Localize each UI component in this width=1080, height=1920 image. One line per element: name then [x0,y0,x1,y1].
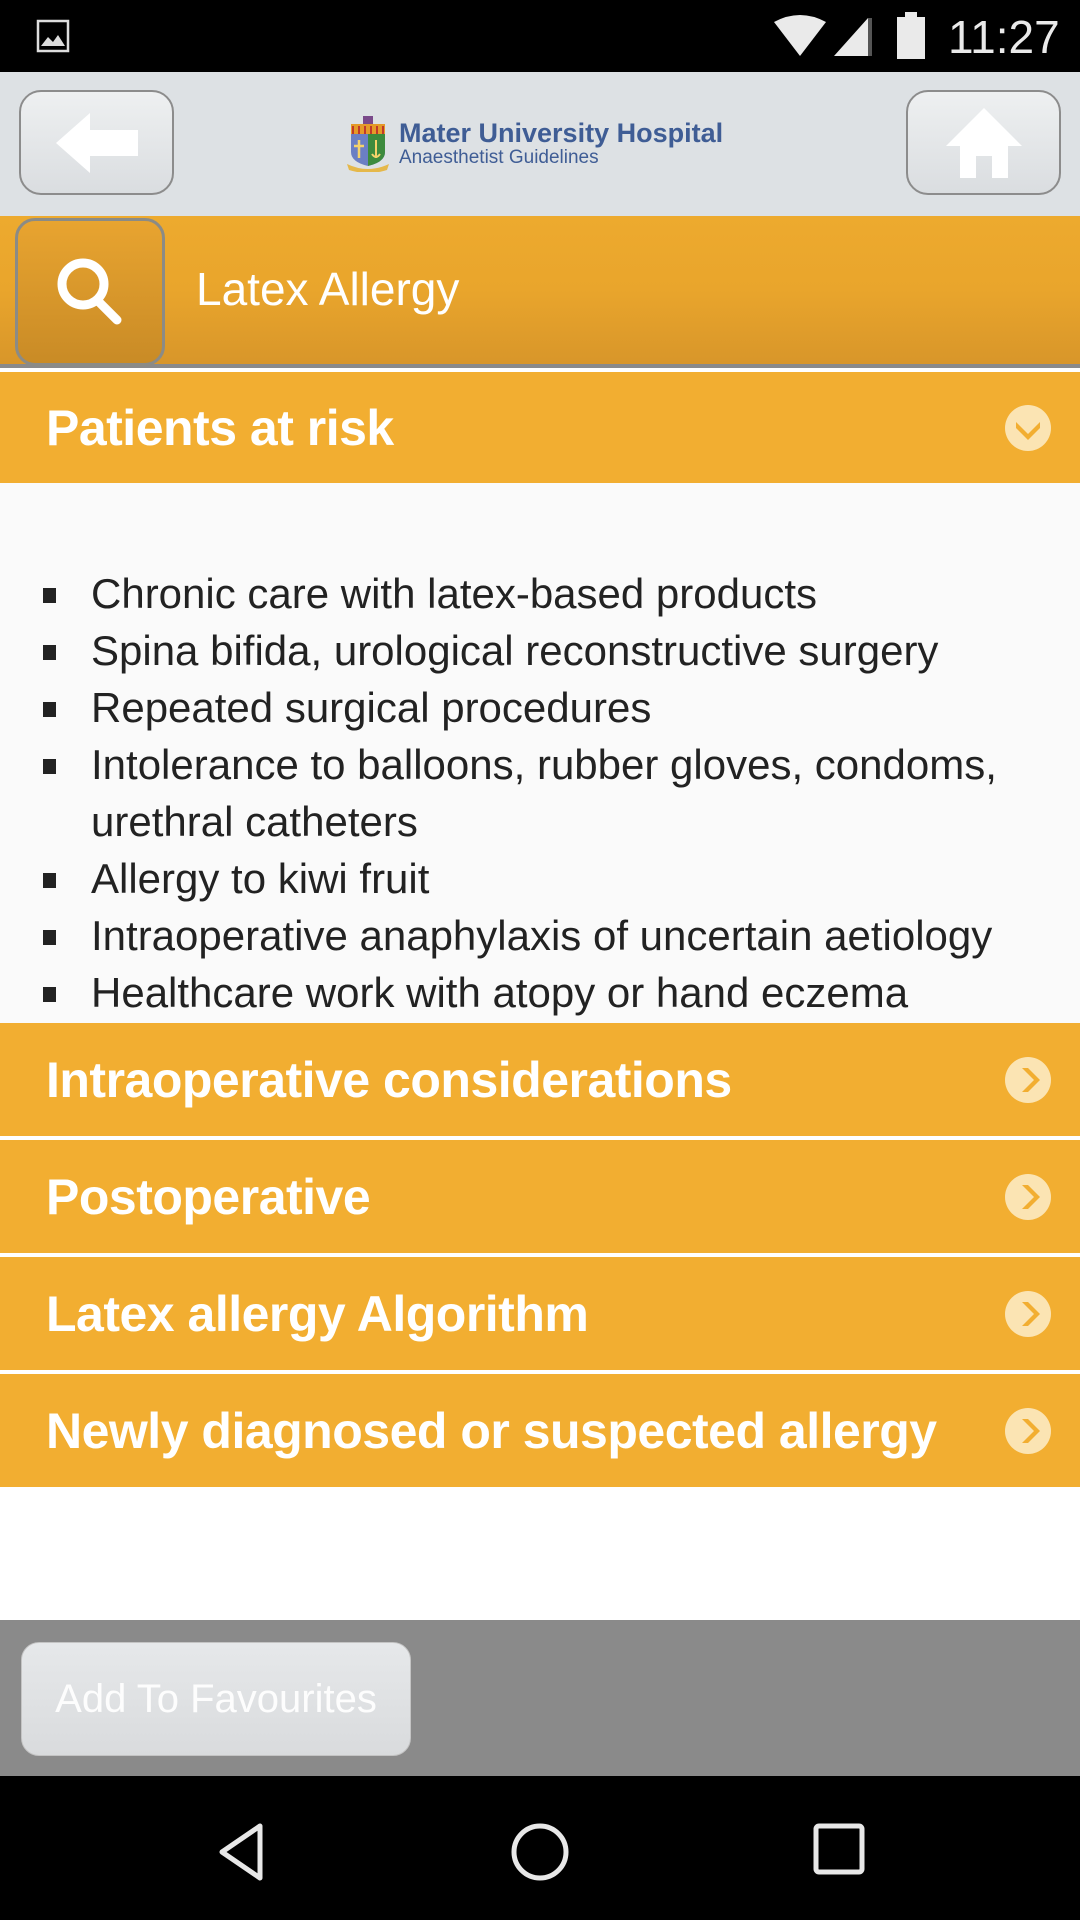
chevron-down-circle-icon [1005,405,1051,451]
add-to-favourites-button[interactable]: Add To Favourites [21,1642,411,1756]
bullet-icon [43,645,56,660]
image-notification-icon [36,19,70,53]
hospital-logo: Mater University Hospital Anaesthetist G… [345,116,723,172]
home-icon [945,107,1022,178]
section-content-patients-at-risk: Chronic care with latex-based products S… [0,483,1080,1023]
wifi-icon [774,15,826,56]
back-button[interactable] [19,90,174,195]
status-bar: 11:27 [0,0,1080,72]
section-postoperative[interactable]: Postoperative [0,1140,1080,1253]
chevron-right-circle-icon [1005,1056,1051,1103]
list-item: Repeated surgical procedures [0,679,1080,736]
search-button[interactable] [15,218,165,366]
home-circle-icon[interactable] [510,1822,570,1882]
page-title: Latex Allergy [196,263,460,315]
search-bar: Latex Allergy [0,216,1080,368]
chevron-right-circle-icon [1005,1290,1051,1337]
list-item: Chronic care with latex-based products [0,565,1080,622]
bullet-icon [43,987,56,1002]
battery-icon [897,12,925,59]
chevron-right-circle-icon [1005,1407,1051,1454]
footer-toolbar: Add To Favourites [0,1620,1080,1776]
list-item: Intraoperative anaphylaxis of uncertain … [0,907,1080,964]
section-latex-allergy-algorithm[interactable]: Latex allergy Algorithm [0,1257,1080,1370]
risk-list: Chronic care with latex-based products S… [0,565,1080,1021]
list-item: Healthcare work with atopy or hand eczem… [0,964,1080,1021]
list-item: Intolerance to balloons, rubber gloves, … [0,736,1080,850]
bullet-icon [43,702,56,717]
section-intraoperative-considerations[interactable]: Intraoperative considerations [0,1023,1080,1136]
home-button[interactable] [906,90,1061,195]
section-newly-diagnosed[interactable]: Newly diagnosed or suspected allergy [0,1374,1080,1487]
logo-title: Mater University Hospital [399,118,724,148]
bullet-icon [43,873,56,888]
logo-subtitle: Anaesthetist Guidelines [399,147,599,168]
section-label: Newly diagnosed or suspected allergy [46,1402,937,1459]
chevron-right-circle-icon [1005,1173,1051,1220]
arrow-left-icon [55,112,138,173]
bullet-icon [43,759,56,774]
section-label: Postoperative [46,1168,371,1225]
section-label: Patients at risk [46,400,394,456]
crest-icon [347,116,389,172]
cell-signal-icon [834,18,872,56]
section-patients-at-risk[interactable]: Patients at risk [0,372,1080,484]
recents-square-icon[interactable] [812,1822,868,1878]
app-header: Mater University Hospital Anaesthetist G… [0,72,1080,216]
list-item: Allergy to kiwi fruit [0,850,1080,907]
status-time: 11:27 [948,11,1060,63]
search-icon [57,258,122,325]
bullet-icon [43,588,56,603]
section-label: Intraoperative considerations [46,1051,732,1108]
back-triangle-icon[interactable] [214,1822,270,1882]
bullet-icon [43,930,56,945]
list-item: Spina bifida, urological reconstructive … [0,622,1080,679]
section-label: Latex allergy Algorithm [46,1285,589,1342]
system-nav-bar [0,1776,1080,1920]
